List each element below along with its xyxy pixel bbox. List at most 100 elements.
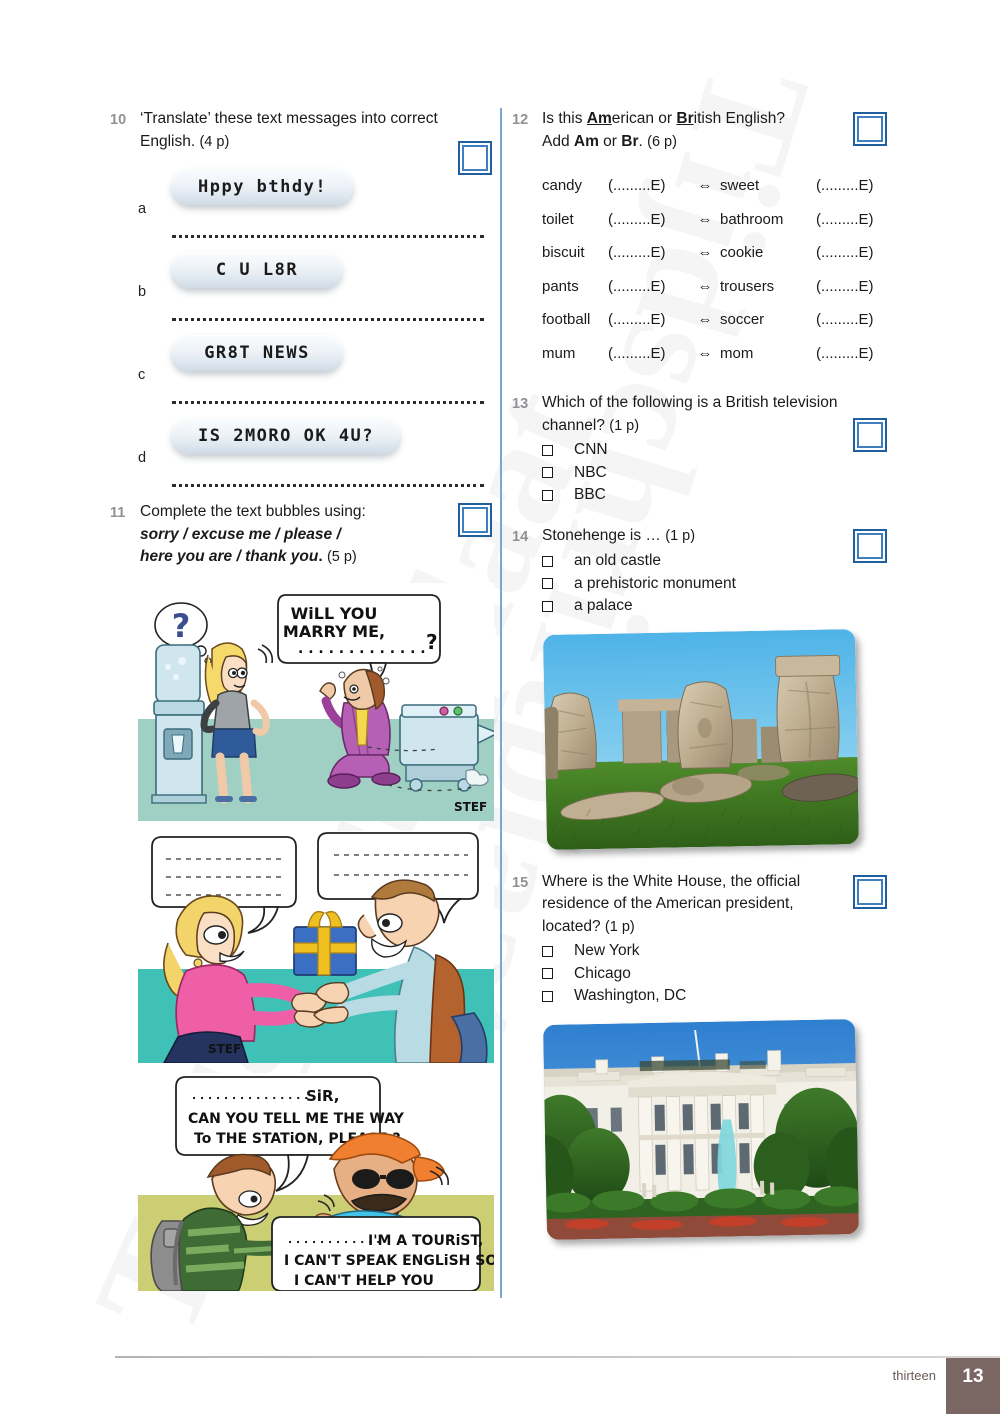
answer-line-a[interactable] [172,235,484,238]
option-new-york[interactable]: New York [542,940,902,963]
sms-letter-a: a [138,201,147,217]
am-blank-2[interactable]: (.........E) [816,270,898,304]
option-old-castle[interactable]: an old castle [542,550,902,573]
double-arrow-icon: ⇔ [697,277,713,295]
footer-rule [115,1356,1000,1358]
tourist-bubble-top-line1: . . . . . . . . . . . . . . . [192,1089,308,1102]
score-box-q14[interactable] [853,528,887,563]
question-11: 11 Complete the text bubbles using: sorr… [110,501,494,1291]
sms-row-c: c GR8T NEWS [110,331,492,393]
q12-br-underline: Br [676,110,694,127]
sms-row-d: d IS 2MORO OK 4U? [110,414,492,476]
option-label: Chicago [574,964,631,982]
right-column: 12 Is this American or British English? … [512,108,902,1241]
am-blank-2[interactable]: (.........E) [816,203,898,237]
am-word-2: bathroom [720,210,784,228]
option-chicago[interactable]: Chicago [542,963,902,986]
option-label: a prehistoric monument [574,574,736,592]
score-box-q11[interactable] [458,503,492,537]
sms-bubble-c: GR8T NEWS [172,335,342,371]
table-row: football (.........E) ⇔ soccer (........… [542,303,902,337]
question-15-header: 15 Where is the White House, the officia… [512,871,902,939]
question-12: 12 Is this American or British English? … [512,108,902,370]
q12-line2-a: Add [542,132,574,150]
score-box-q12[interactable] [853,112,887,146]
double-arrow-icon: ⇔ [697,311,713,328]
question-13-prompt-line2: channel? [542,416,605,434]
column-divider [500,108,502,1298]
q12-am-bold: Am [573,132,599,150]
am-blank-1[interactable]: (.........E) [608,236,690,270]
am-blank-1[interactable]: (.........E) [608,270,690,304]
question-11-header: 11 Complete the text bubbles using: sorr… [110,501,492,569]
option-palace[interactable]: a palace [542,595,902,618]
question-13-options: CNN NBC BBC [542,439,902,507]
tourist-illustration: . . . . . . . . . . . . . . . SiR, CAN Y… [138,1072,494,1291]
q12-line2-c: . [638,132,643,150]
am-blank-1[interactable]: (.........E) [608,337,690,371]
question-13-points: (1 p) [609,417,640,434]
am-word-1: toilet [542,210,574,228]
marry-me-signature: STEF [454,800,487,814]
cartoon-gift: STEF [138,830,494,1063]
question-13-header: 13 Which of the following is a British t… [512,392,902,437]
option-label: an old castle [574,552,662,570]
tourist-bubble-bottom-line1: . . . . . . . . . . . . [288,1233,380,1246]
checkbox-icon[interactable] [542,600,553,612]
am-blank-2[interactable]: (.........E) [816,337,898,371]
option-cnn[interactable]: CNN [542,439,902,462]
marry-me-illustration: ? WiLL YOU MARRY ME, . . . . . . . . . .… [138,582,494,821]
answer-line-d[interactable] [172,484,484,487]
checkbox-icon[interactable] [542,990,553,1002]
option-label: CNN [574,441,608,459]
am-blank-1[interactable]: (.........E) [608,303,690,337]
q12-line1-c: itish English? [693,110,785,127]
am-blank-1[interactable]: (.........E) [608,203,690,237]
question-10-prompt: ‘Translate’ these text messages into cor… [140,108,492,153]
checkbox-icon[interactable] [542,467,553,479]
checkbox-icon[interactable] [542,968,553,980]
option-label: Washington, DC [574,987,687,1005]
marry-me-bubble-line1: WiLL YOU [291,604,378,623]
am-blank-1[interactable]: (.........E) [608,169,690,203]
am-blank-2[interactable]: (.........E) [816,169,898,203]
checkbox-icon[interactable] [542,945,553,957]
score-box-q15[interactable] [853,874,887,909]
checkbox-icon[interactable] [542,489,553,501]
checkbox-icon[interactable] [542,555,553,567]
stonehenge-photo [542,628,860,850]
am-word-1: mum [542,344,576,362]
am-word-1: candy [542,177,583,194]
q12-am-underline: Am [586,110,612,127]
question-13-prompt: Which of the following is a British tele… [542,392,902,437]
sms-bubble-a: Hppy bthdy! [172,169,354,205]
question-14-points: (1 p) [665,527,696,544]
option-bbc[interactable]: BBC [542,484,902,507]
option-washington-dc[interactable]: Washington, DC [542,985,902,1008]
sms-row-b: b C U L8R [110,248,492,310]
answer-line-b[interactable] [172,318,484,321]
gift-signature: STEF [208,1042,241,1056]
sms-letter-d: d [138,450,147,466]
question-14: 14 Stonehenge is … (1 p) an old castle a… [512,525,902,850]
double-arrow-icon: ⇔ [697,210,713,228]
table-row: pants (.........E) ⇔ trousers (.........… [542,270,902,304]
am-word-2: cookie [720,244,764,261]
marry-me-bubble-line2: MARRY ME, [283,622,385,641]
am-blank-2[interactable]: (.........E) [816,236,898,270]
question-15-prompt: Where is the White House, the official r… [542,871,902,939]
question-10-number: 10 [110,112,127,128]
q12-line1-a: Is this [542,110,587,127]
checkbox-icon[interactable] [542,578,553,590]
checkbox-icon[interactable] [542,444,553,456]
am-word-2: sweet [720,177,760,194]
am-blank-2[interactable]: (.........E) [816,303,898,337]
answer-line-c[interactable] [172,401,484,404]
sms-letter-b: b [138,284,147,300]
score-box-q13[interactable] [853,418,887,452]
question-11-prompt-line3: here you are / thank you [140,548,319,565]
q12-line2-b: or [598,132,622,150]
option-prehistoric-monument[interactable]: a prehistoric monument [542,573,902,596]
double-arrow-icon: ⇔ [697,244,713,261]
option-nbc[interactable]: NBC [542,462,902,485]
